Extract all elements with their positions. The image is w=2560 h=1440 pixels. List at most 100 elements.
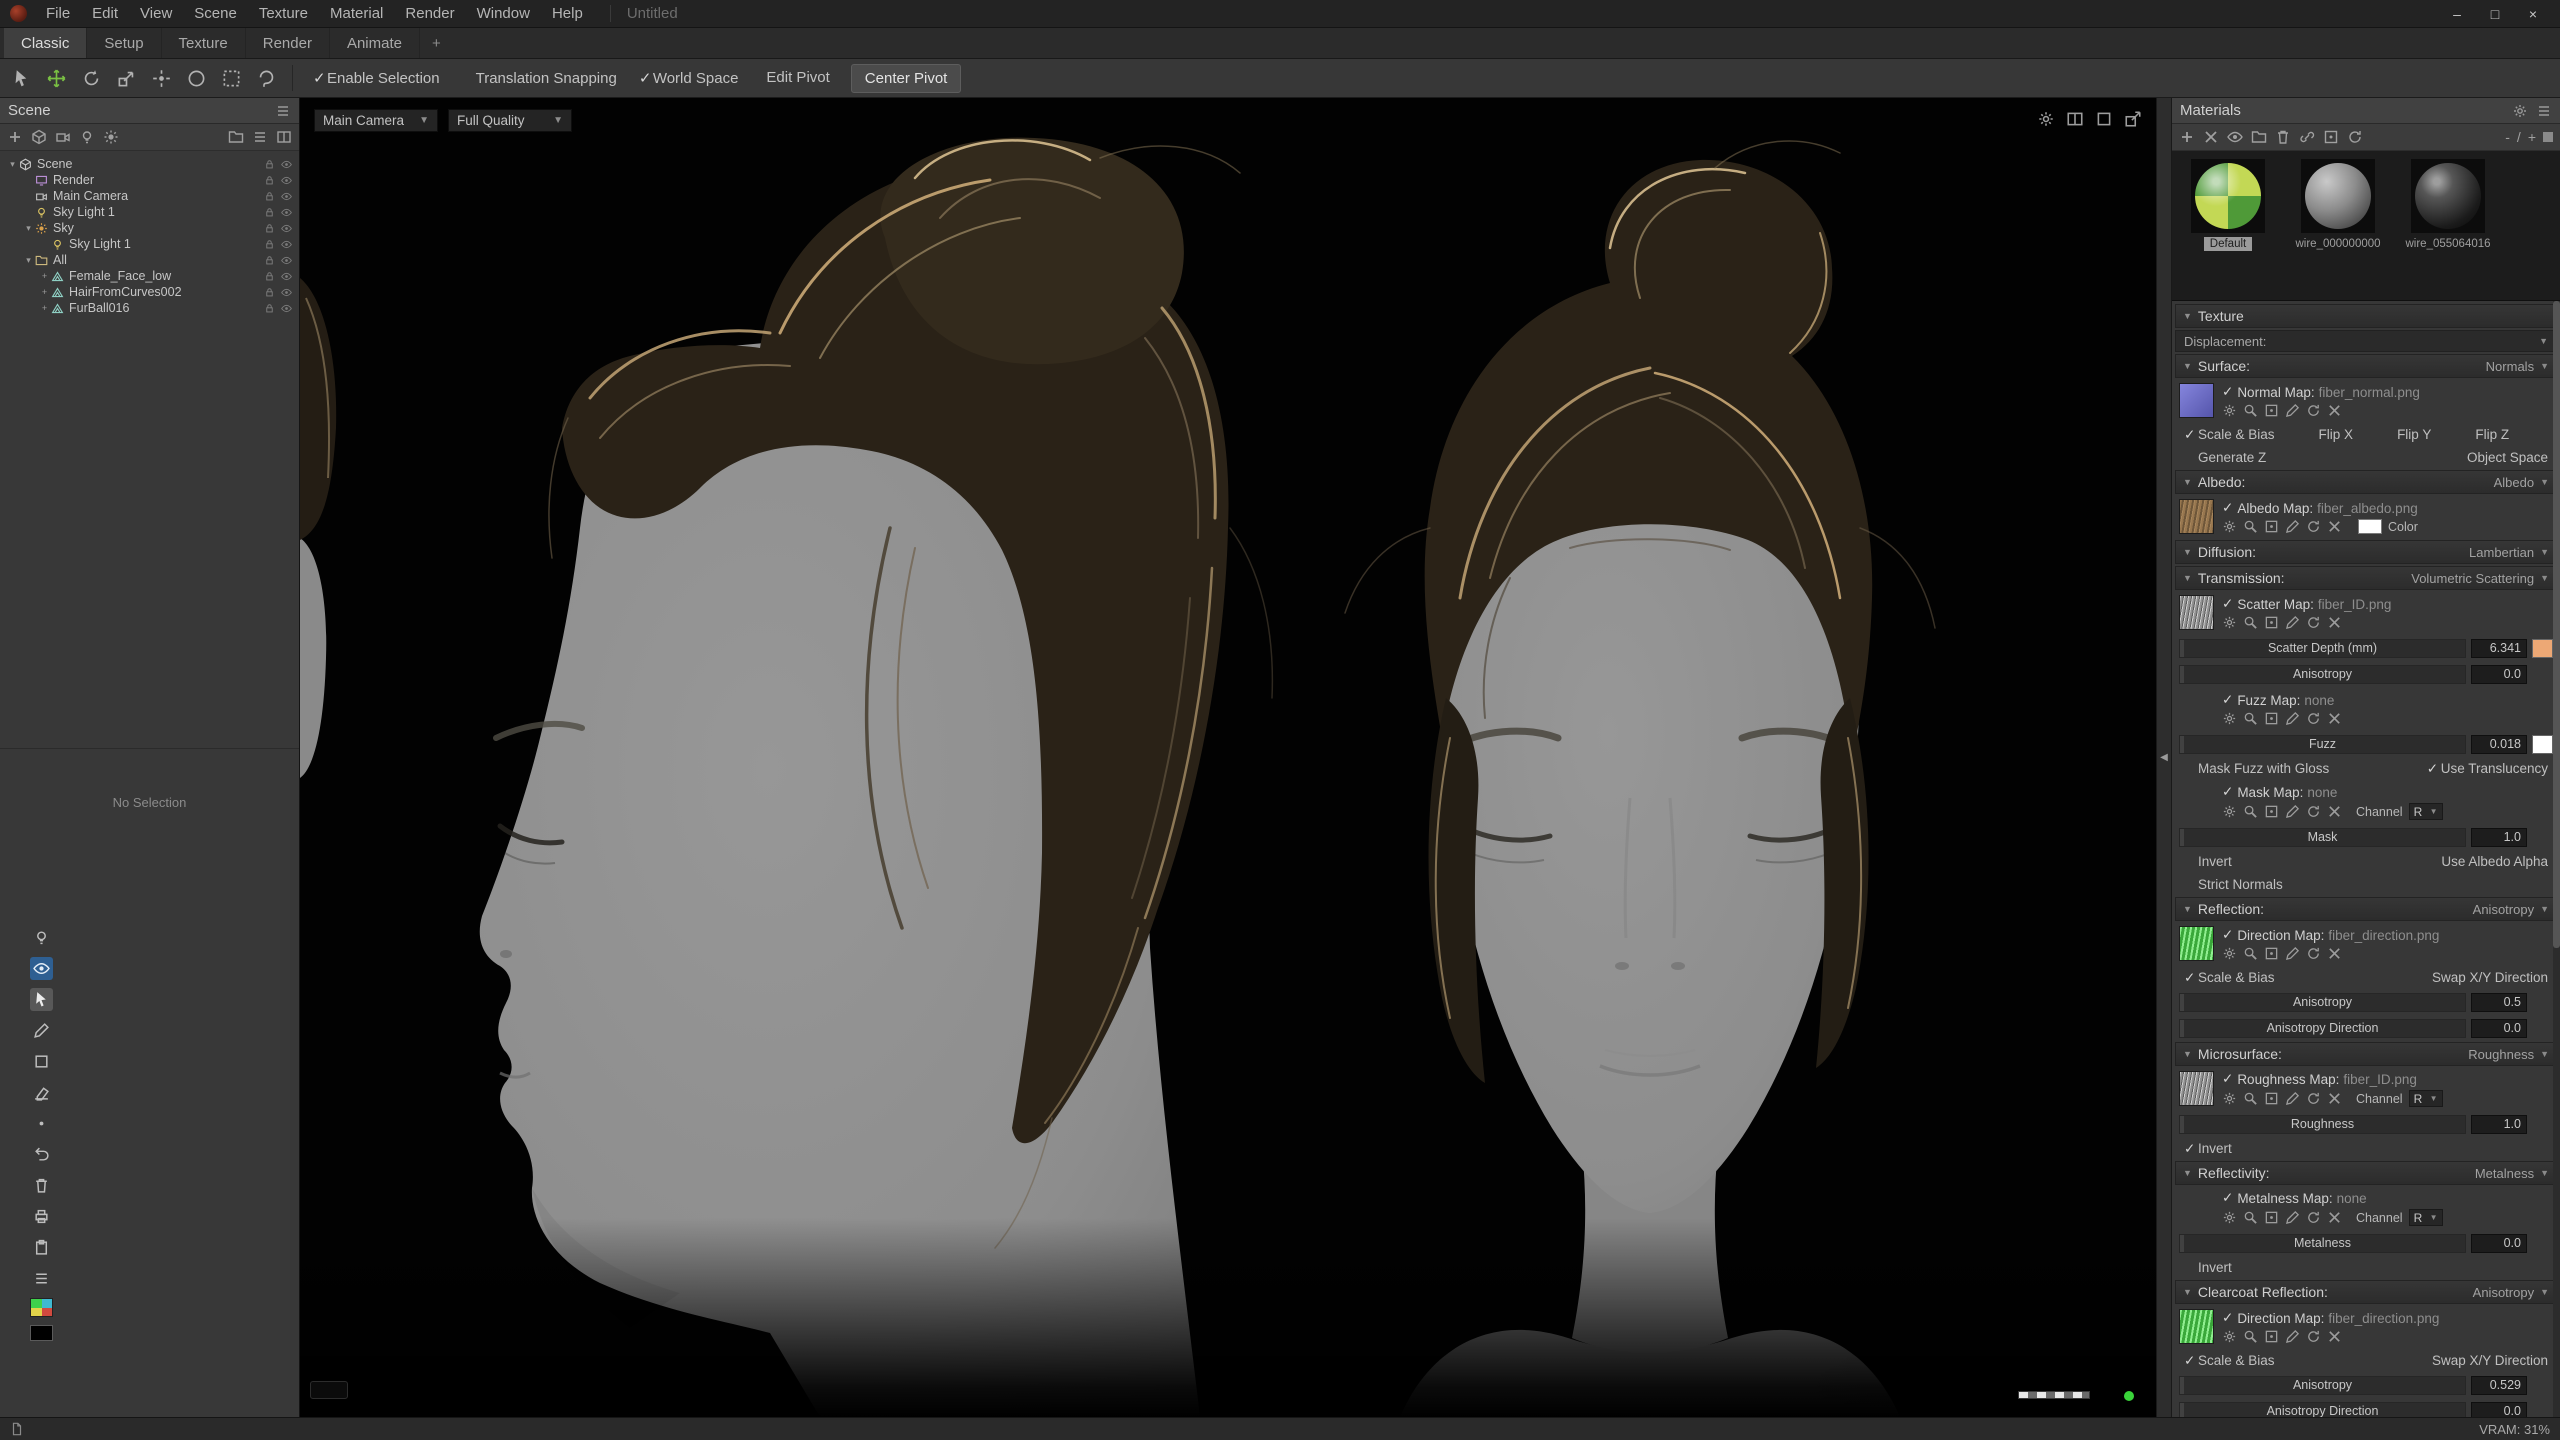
center-pivot-button[interactable]: Center Pivot [851,64,962,93]
checkmark-icon[interactable]: ✓ [2222,1190,2233,1206]
map-refresh-icon[interactable] [2306,1091,2321,1106]
menu-scene[interactable]: Scene [183,0,248,28]
menu-help[interactable]: Help [541,0,594,28]
add-workspace-tab-button[interactable]: + [420,28,453,58]
section-microsurface[interactable]: ▼Microsurface:Roughness▼ [2175,1042,2557,1066]
dot-brush-tool-icon[interactable] [30,1112,53,1135]
map-picker-icon[interactable] [2264,1091,2279,1106]
option-invert[interactable]: Invert [2184,854,2232,869]
rotate-tool[interactable] [75,63,108,94]
section-surface[interactable]: ▼Surface:Normals▼ [2175,354,2557,378]
paint-color-black[interactable] [30,1325,53,1341]
tree-row-all[interactable]: ▾All [0,252,299,268]
scale-tool[interactable] [110,63,143,94]
map-remove-icon[interactable] [2327,1210,2342,1225]
tab-classic[interactable]: Classic [4,28,87,58]
visibility-icon[interactable] [281,207,292,218]
preview-material-icon[interactable] [2227,129,2243,145]
section-clearcoat-reflection[interactable]: ▼Clearcoat Reflection:Anisotropy▼ [2175,1280,2557,1304]
map-picker-icon[interactable] [2264,519,2279,534]
map-edit-icon[interactable] [2285,946,2300,961]
option-scale-bias[interactable]: ✓Scale & Bias [2184,970,2275,986]
map-edit-icon[interactable] [2285,615,2300,630]
map-remove-icon[interactable] [2327,1329,2342,1344]
visibility-icon[interactable] [281,303,292,314]
map-remove-icon[interactable] [2327,615,2342,630]
section-collapse-icon[interactable]: ▼ [2183,904,2192,914]
map-settings-icon[interactable] [2222,946,2237,961]
material-folder-icon[interactable] [2251,129,2267,145]
map-refresh-icon[interactable] [2306,1210,2321,1225]
light-tool-icon[interactable] [30,926,53,949]
map-edit-icon[interactable] [2285,804,2300,819]
tree-row-sky[interactable]: ▾Sky [0,220,299,236]
roughness-value[interactable]: 1.0 [2471,1115,2527,1134]
camera-select[interactable]: Main Camera ▼ [314,109,438,132]
expander-icon[interactable]: ▾ [22,255,35,266]
map-settings-icon[interactable] [2222,1091,2237,1106]
section-collapse-icon[interactable]: ▼ [2183,311,2192,321]
checkmark-icon[interactable]: ✓ [2222,1071,2233,1087]
scene-panel-menu-icon[interactable] [275,103,291,119]
menu-material[interactable]: Material [319,0,394,28]
option-mask-fuzz-with-gloss[interactable]: Mask Fuzz with Gloss [2184,761,2329,776]
materials-scrollbar-thumb[interactable] [2553,301,2560,948]
map-edit-icon[interactable] [2285,519,2300,534]
map-picker-icon[interactable] [2264,804,2279,819]
menu-view[interactable]: View [129,0,183,28]
lock-icon[interactable] [264,207,275,218]
materials-settings-icon[interactable] [2512,103,2528,119]
slider-color-swatch[interactable] [2532,639,2553,658]
materials-scrollbar[interactable] [2553,301,2560,1417]
checkmark-icon[interactable]: ✓ [2222,500,2233,516]
map-search-icon[interactable] [2243,946,2258,961]
map-picker-icon[interactable] [2264,1329,2279,1344]
map-settings-icon[interactable] [2222,403,2237,418]
metalness-slider[interactable]: Metalness [2179,1234,2466,1253]
anisotropy-direction-value[interactable]: 0.0 [2471,1019,2527,1038]
menu-file[interactable]: File [35,0,81,28]
map-search-icon[interactable] [2243,1329,2258,1344]
lock-icon[interactable] [264,239,275,250]
scatter-depth-mm-value[interactable]: 6.341 [2471,639,2527,658]
albedo-mode-select[interactable]: Albedo▼ [2494,475,2549,490]
map-search-icon[interactable] [2243,1210,2258,1225]
refresh-materials-icon[interactable] [2347,129,2363,145]
option-generate-z[interactable]: Generate Z [2184,450,2266,465]
map-search-icon[interactable] [2243,615,2258,630]
map-refresh-icon[interactable] [2306,403,2321,418]
channel-select[interactable]: R▼ [2409,1090,2443,1107]
circle-select-tool[interactable] [180,63,213,94]
add-light-icon[interactable] [79,129,95,145]
lock-icon[interactable] [264,255,275,266]
add-item-icon[interactable] [7,129,23,145]
visibility-icon[interactable] [281,223,292,234]
material-item-wire-055064016[interactable]: wire_055064016 [2400,159,2496,251]
map-search-icon[interactable] [2243,519,2258,534]
translate-tool[interactable] [40,63,73,94]
material-item-wire-000000000[interactable]: wire_000000000 [2290,159,2386,251]
section-collapse-icon[interactable]: ▼ [2183,573,2192,583]
paint-color-swatch[interactable] [42,1308,53,1317]
section-reflectivity[interactable]: ▼Reflectivity:Metalness▼ [2175,1161,2557,1185]
lock-icon[interactable] [264,223,275,234]
viewport-settings-icon[interactable] [2037,110,2055,128]
map-edit-icon[interactable] [2285,1210,2300,1225]
map-settings-icon[interactable] [2222,804,2237,819]
pencil-tool-icon[interactable] [30,1019,53,1042]
edit-pivot-button[interactable]: Edit Pivot [753,64,842,93]
direction-map-thumbnail[interactable] [2179,926,2214,961]
map-picker-icon[interactable] [2264,403,2279,418]
close-button[interactable]: × [2514,0,2552,28]
map-edit-icon[interactable] [2285,711,2300,726]
map-remove-icon[interactable] [2327,519,2342,534]
option-strict-normals[interactable]: Strict Normals [2184,877,2283,892]
lock-icon[interactable] [264,191,275,202]
thumbnail-larger-button[interactable]: + [2528,129,2536,145]
expander-icon[interactable]: ▾ [6,159,19,170]
map-file-name[interactable]: none [2337,1191,2367,1206]
lock-icon[interactable] [264,303,275,314]
map-remove-icon[interactable] [2327,403,2342,418]
tree-row-furball016[interactable]: +FurBall016 [0,300,299,316]
tree-row-sky-light-1[interactable]: Sky Light 1 [0,204,299,220]
